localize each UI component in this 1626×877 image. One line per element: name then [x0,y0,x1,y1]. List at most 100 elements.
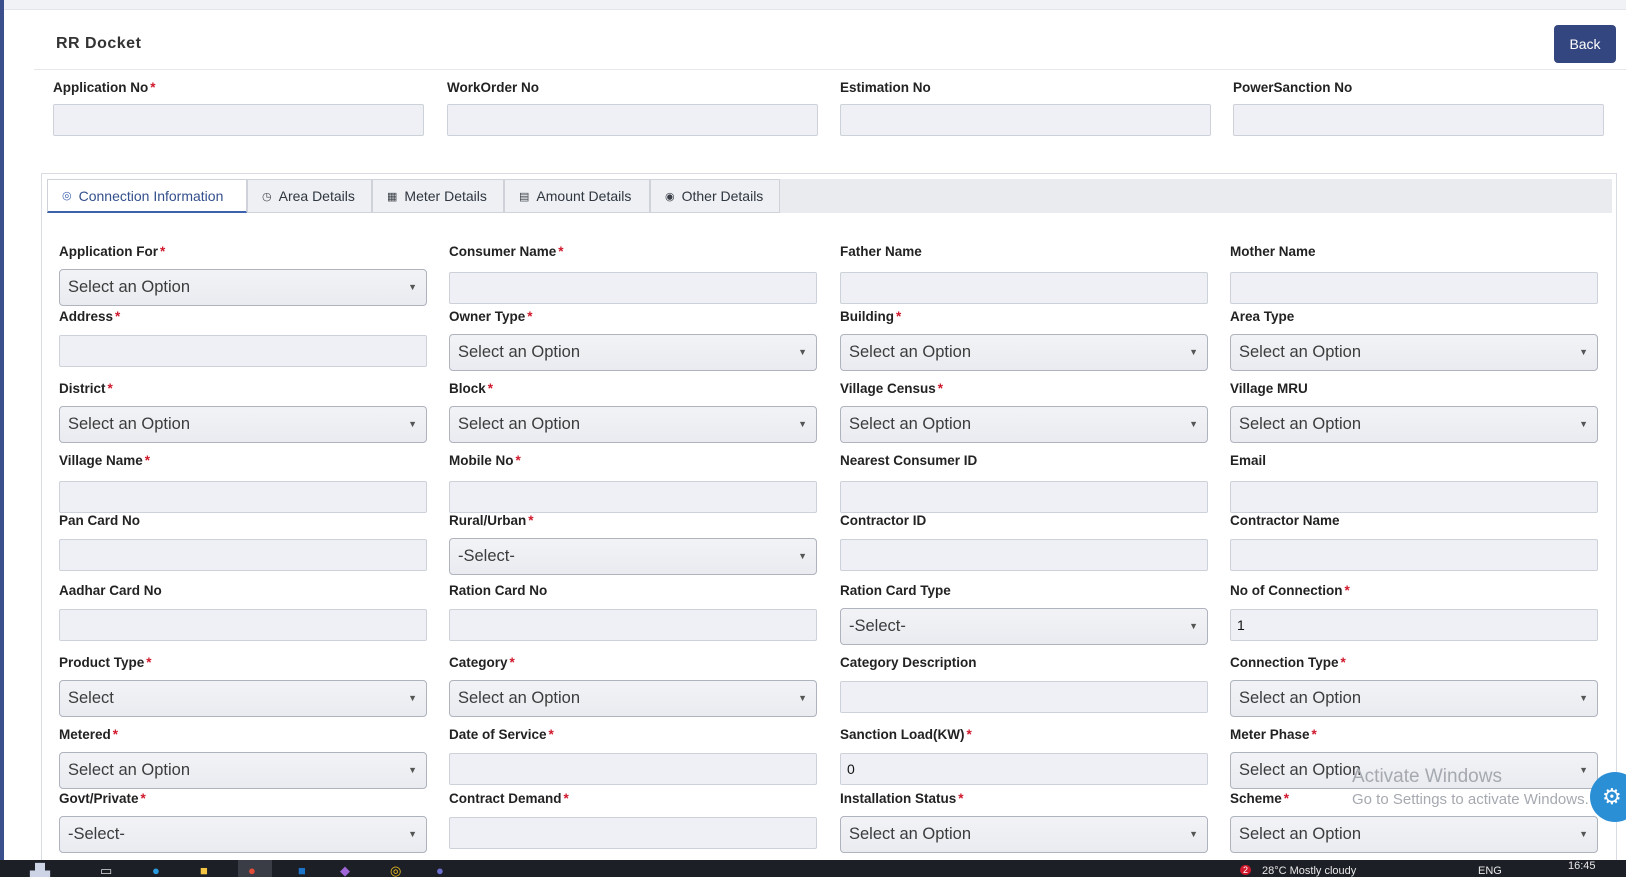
tab-area-details[interactable]: ◷ Area Details [247,179,372,213]
settings-icon: ◉ [665,190,675,203]
tab-label: Other Details [681,188,764,204]
required-mark: * [107,381,113,396]
label-text: Village MRU [1230,381,1308,396]
label-text: Ration Card Type [840,583,951,598]
no-of-connection-input[interactable]: 1 [1230,609,1598,641]
weather-text[interactable]: 28°C Mostly cloudy [1262,865,1356,877]
field-label: Address * [59,309,427,324]
mother-name-input[interactable] [1230,272,1598,304]
tab-amount-details[interactable]: ▤ Amount Details [504,179,650,213]
chevron-down-icon: ▼ [408,693,417,703]
required-mark: * [146,655,152,670]
workorder-no-input[interactable] [447,104,818,136]
label-text: Meter Phase [1230,727,1310,742]
edge-browser-icon[interactable]: ● [152,864,160,877]
label-text: Consumer Name [449,244,557,259]
application-for-select[interactable]: Select an Option ▼ [59,269,427,306]
metered-select[interactable]: Select an Option ▼ [59,752,427,789]
task-view-icon[interactable]: ▭ [100,864,112,877]
field-label: Installation Status * [840,791,1208,806]
field-mobile-no: Mobile No * [449,453,817,513]
tab-other-details[interactable]: ◉ Other Details [650,179,780,213]
file-explorer-icon[interactable]: ■ [200,864,208,877]
pan-card-no-input[interactable] [59,539,427,571]
clock-time[interactable]: 16:45 [1568,860,1596,872]
field-govt-private: Govt/Private * -Select- ▼ [59,791,427,853]
category-description-input[interactable] [840,681,1208,713]
mobile-no-input[interactable] [449,481,817,513]
field-category-description: Category Description [840,655,1208,713]
rural-urban-select[interactable]: -Select- ▼ [449,538,817,575]
meter-icon: ▦ [387,190,398,203]
owner-type-select[interactable]: Select an Option ▼ [449,334,817,371]
field-father-name: Father Name [840,244,1208,304]
ration-card-type-select[interactable]: -Select- ▼ [840,608,1208,645]
village-name-input[interactable] [59,481,427,513]
village-census-select[interactable]: Select an Option ▼ [840,406,1208,443]
field-label: Meter Phase * [1230,727,1598,742]
estimation-no-input[interactable] [840,104,1211,136]
connection-type-select[interactable]: Select an Option ▼ [1230,680,1598,717]
city-icon[interactable]: ▟▙ [30,864,50,877]
address-input[interactable] [59,335,427,367]
label-text: Category Description [840,655,977,670]
chevron-down-icon: ▼ [408,829,417,839]
installation-status-select[interactable]: Select an Option ▼ [840,816,1208,853]
email-input[interactable] [1230,481,1598,513]
field-building: Building * Select an Option ▼ [840,309,1208,371]
field-metered: Metered * Select an Option ▼ [59,727,427,789]
area-type-select[interactable]: Select an Option ▼ [1230,334,1598,371]
teams-icon[interactable]: ● [436,864,444,877]
language-indicator[interactable]: ENG [1478,865,1502,877]
field-village-mru: Village MRU Select an Option ▼ [1230,381,1598,443]
app-icon[interactable]: ◎ [390,864,401,877]
windows-taskbar: ▟▙ ▭ ● ■ ● ■ ◆ ◎ ● 2 28°C Mostly cloudy … [0,860,1626,877]
chrome-icon[interactable]: ● [238,860,272,877]
block-select[interactable]: Select an Option ▼ [449,406,817,443]
category-select[interactable]: Select an Option ▼ [449,680,817,717]
field-owner-type: Owner Type * Select an Option ▼ [449,309,817,371]
ration-card-no-input[interactable] [449,609,817,641]
contract-demand-input[interactable] [449,817,817,849]
chevron-down-icon: ▼ [1579,829,1588,839]
target-icon: ◎ [62,190,72,202]
visual-studio-icon[interactable]: ◆ [340,864,350,877]
tab-connection-information[interactable]: ◎ Connection Information [47,179,247,213]
scheme-select[interactable]: Select an Option ▼ [1230,816,1598,853]
required-mark: * [112,727,119,742]
required-mark: * [958,791,964,806]
select-value: Select an Option [458,343,580,361]
district-select[interactable]: Select an Option ▼ [59,406,427,443]
select-value: -Select- [849,617,906,635]
field-block: Block * Select an Option ▼ [449,381,817,443]
input-value: 0 [847,761,855,777]
required-mark: * [528,513,534,528]
powersanction-no-input[interactable] [1233,104,1604,136]
required-mark: * [115,309,121,324]
father-name-input[interactable] [840,272,1208,304]
label-text: Father Name [840,244,922,259]
contractor-name-input[interactable] [1230,539,1598,571]
back-button[interactable]: Back [1554,25,1616,63]
contractor-id-input[interactable] [840,539,1208,571]
field-label: Category Description [840,655,1208,670]
required-mark: * [548,727,554,742]
nearest-consumer-id-input[interactable] [840,481,1208,513]
date-of-service-input[interactable] [449,753,817,785]
field-label: Area Type [1230,309,1598,324]
consumer-name-input[interactable] [449,272,817,304]
product-type-select[interactable]: Select ▼ [59,680,427,717]
outlook-icon[interactable]: ■ [298,864,306,877]
select-value: Select [68,689,114,707]
application-no-input[interactable] [53,104,424,136]
field-label: Village Name * [59,453,427,468]
building-select[interactable]: Select an Option ▼ [840,334,1208,371]
aadhar-card-no-input[interactable] [59,609,427,641]
select-value: Select an Option [849,343,971,361]
village-mru-select[interactable]: Select an Option ▼ [1230,406,1598,443]
left-nav-strip [0,0,4,860]
page-header: RR Docket Back [34,22,1626,70]
sanction-load-kw-input[interactable]: 0 [840,753,1208,785]
govt-private-select[interactable]: -Select- ▼ [59,816,427,853]
tab-meter-details[interactable]: ▦ Meter Details [372,179,504,213]
